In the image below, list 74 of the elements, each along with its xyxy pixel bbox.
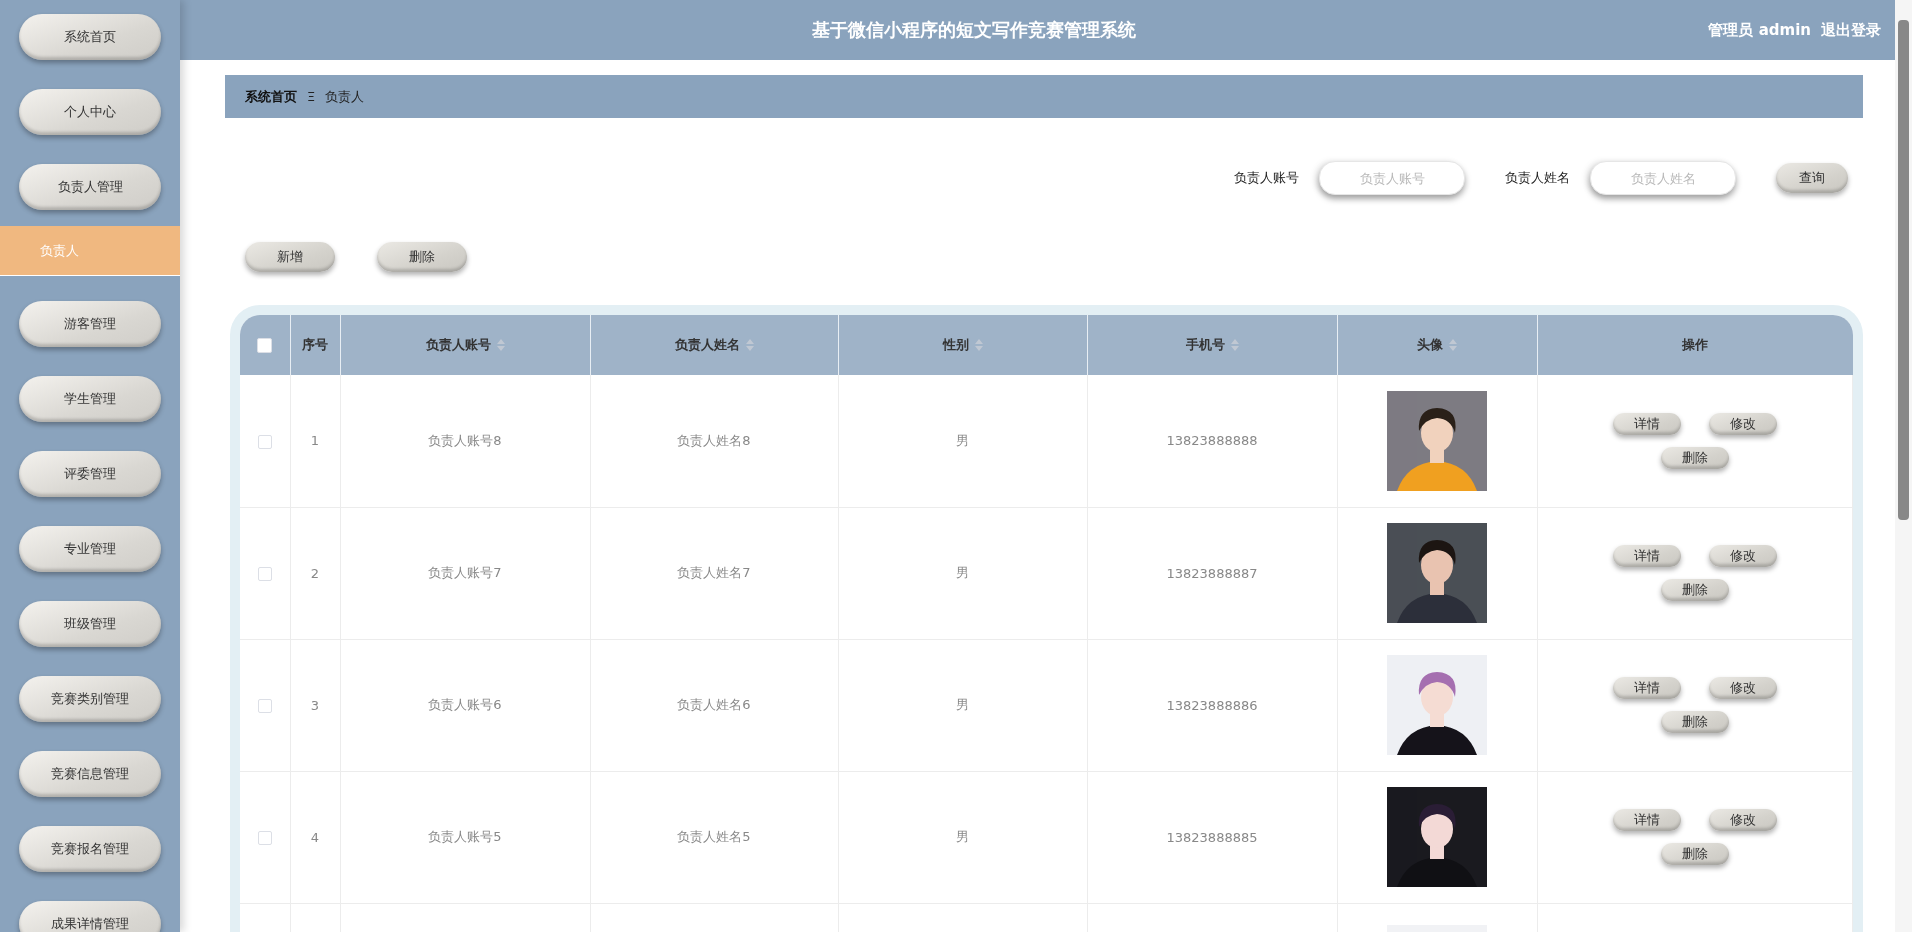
table-cell: 13823888885 <box>1166 829 1258 845</box>
sort-icon[interactable] <box>745 339 754 351</box>
sidebar-item[interactable]: 竞赛信息管理 <box>19 751 161 797</box>
row-checkbox[interactable] <box>257 566 272 581</box>
sort-icon[interactable] <box>1230 339 1239 351</box>
sidebar-item[interactable]: 竞赛报名管理 <box>19 826 161 872</box>
field-label: 负责人账号 <box>1234 169 1299 187</box>
row-action-button[interactable]: 修改 <box>1708 412 1777 435</box>
table-cell: 负责人账号7 <box>428 565 502 580</box>
row-action-button[interactable]: 删除 <box>1660 446 1729 469</box>
row-checkbox[interactable] <box>257 830 272 845</box>
select-all-checkbox[interactable] <box>257 338 273 353</box>
sidebar-item[interactable]: 评委管理 <box>19 451 161 497</box>
breadcrumb-link[interactable]: 系统首页 <box>245 87 297 106</box>
search-field[interactable]: 负责人姓名 <box>1590 161 1736 195</box>
row-checkbox[interactable] <box>257 698 272 713</box>
app-title: 基于微信小程序的短文写作竞赛管理系统 <box>811 18 1138 42</box>
query-button[interactable]: 查询 <box>1776 163 1848 193</box>
breadcrumb-current: 负责人 <box>325 87 365 106</box>
table-cell: 2 <box>310 565 320 581</box>
table-cell: 负责人姓名5 <box>677 829 751 844</box>
breadcrumb-separator: Ξ <box>307 89 316 104</box>
table-cell: 负责人姓名7 <box>677 565 751 580</box>
action-button[interactable]: 新增 <box>245 242 335 272</box>
column-header[interactable]: 头像 <box>1337 315 1537 375</box>
table-cell: 负责人账号5 <box>428 829 502 844</box>
sort-icon[interactable] <box>496 339 505 351</box>
sidebar-item[interactable]: 负责人管理 <box>19 164 161 210</box>
user-label: 管理员 admin <box>1708 20 1811 40</box>
row-action-button[interactable]: 删除 <box>1660 579 1729 601</box>
sidebar-item[interactable]: 个人中心 <box>19 89 161 135</box>
column-header[interactable]: 性别 <box>838 315 1087 375</box>
sidebar-item[interactable]: 成果详情管理 <box>19 901 161 932</box>
sort-icon[interactable] <box>974 339 983 351</box>
sidebar-item[interactable]: 学生管理 <box>19 376 161 422</box>
column-header[interactable]: 操作 <box>1537 315 1853 375</box>
column-header[interactable]: 负责人账号 <box>340 315 590 375</box>
table-cell: 13823888886 <box>1166 697 1258 713</box>
table-cell: 4 <box>310 829 320 845</box>
action-button[interactable]: 删除 <box>377 242 467 272</box>
table-cell: 13823888888 <box>1166 433 1258 449</box>
table-cell: 男 <box>956 697 969 712</box>
sidebar-item[interactable]: 游客管理 <box>19 301 161 347</box>
scrollbar[interactable] <box>1895 0 1912 932</box>
row-action-button[interactable]: 修改 <box>1708 545 1777 567</box>
table-cell: 负责人账号8 <box>428 432 502 448</box>
sort-icon[interactable] <box>1449 339 1457 351</box>
sidebar-item[interactable]: 竞赛类别管理 <box>19 676 161 722</box>
table-cell: 3 <box>310 697 320 713</box>
table-cell: 13823888887 <box>1166 565 1258 581</box>
table-cell: 男 <box>956 565 969 580</box>
table-cell: 男 <box>956 432 969 448</box>
row-action-button[interactable]: 详情 <box>1612 412 1681 435</box>
table-cell: 1 <box>310 433 320 449</box>
sidebar-item[interactable]: 专业管理 <box>19 526 161 572</box>
sidebar-item[interactable]: 系统首页 <box>19 14 161 60</box>
column-header[interactable]: 序号 <box>290 315 340 375</box>
table-cell: 负责人姓名6 <box>677 697 751 712</box>
row-checkbox[interactable] <box>257 434 272 449</box>
row-action-button[interactable]: 详情 <box>1612 545 1681 567</box>
row-action-button[interactable]: 详情 <box>1612 677 1681 699</box>
row-action-button[interactable]: 详情 <box>1612 809 1681 831</box>
search-field[interactable]: 负责人账号 <box>1319 161 1465 195</box>
table-cell: 负责人姓名8 <box>677 432 751 448</box>
field-label: 负责人姓名 <box>1505 169 1570 187</box>
table-cell: 负责人账号6 <box>428 697 502 712</box>
row-action-button[interactable]: 修改 <box>1708 677 1777 699</box>
table-cell: 男 <box>956 829 969 844</box>
column-header[interactable]: 手机号 <box>1087 315 1337 375</box>
row-action-button[interactable]: 删除 <box>1660 843 1729 865</box>
sidebar-item[interactable]: 班级管理 <box>19 601 161 647</box>
row-action-button[interactable]: 删除 <box>1660 711 1729 733</box>
row-action-button[interactable]: 修改 <box>1708 809 1777 831</box>
column-header[interactable]: 负责人姓名 <box>590 315 838 375</box>
